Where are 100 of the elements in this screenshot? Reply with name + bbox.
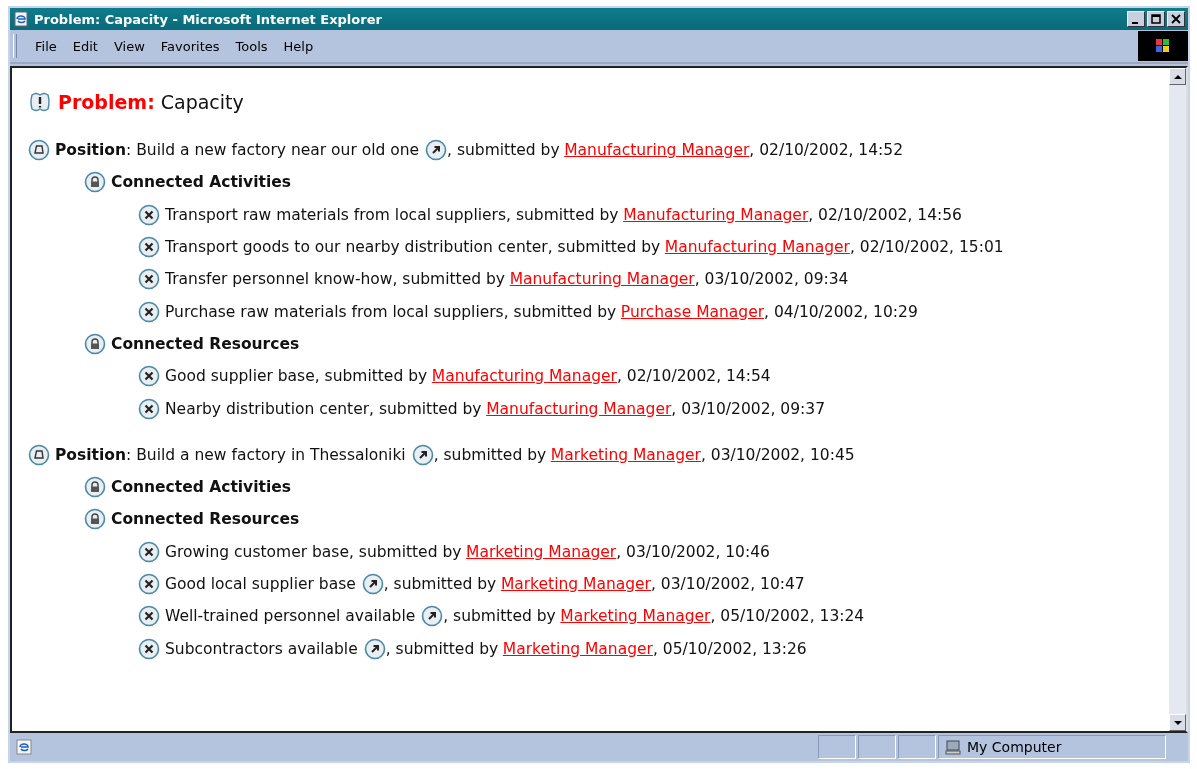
entry-text: Subcontractors available	[165, 639, 358, 658]
arrow-link-icon[interactable]	[411, 443, 434, 466]
window-title: Problem: Capacity - Microsoft Internet Explorer	[34, 11, 382, 27]
arrow-link-icon[interactable]	[363, 637, 386, 660]
date-text: , 03/10/2002, 09:37	[671, 399, 825, 418]
date-text: , 02/10/2002, 15:01	[849, 238, 1004, 257]
author-link[interactable]: Purchase Manager	[620, 302, 765, 321]
menu-item[interactable]: Help	[275, 38, 322, 54]
submitted-text: , submitted by	[443, 607, 556, 626]
position-label: Position:	[55, 141, 132, 160]
close-button[interactable]	[1167, 11, 1185, 27]
lock-icon	[84, 508, 106, 531]
menu-item[interactable]: View	[105, 38, 153, 54]
author-link[interactable]: Marketing Manager	[550, 445, 701, 464]
position-label: Position:	[55, 445, 132, 464]
submitted-text: , submitted by	[547, 238, 661, 257]
submitted-text: , submitted by	[314, 367, 428, 386]
arrow-link-icon[interactable]	[421, 605, 444, 628]
status-pane	[818, 735, 856, 759]
author-link[interactable]: Marketing Manager	[500, 575, 651, 593]
entry-text: Purchase raw materials from local suppliers	[165, 302, 504, 321]
date-text: , 03/10/2002, 10:45	[700, 445, 855, 464]
problem-title: Capacity	[160, 91, 244, 113]
submitted-text: , submitted by	[503, 302, 617, 321]
submitted-text: , submitted by	[447, 141, 560, 160]
cross-icon	[138, 573, 160, 595]
entry-text: Well-trained personnel available	[165, 607, 416, 626]
scroll-up-icon	[1173, 72, 1182, 81]
maximize-button[interactable]	[1147, 11, 1165, 27]
computer-icon	[945, 739, 961, 755]
problem-icon	[28, 90, 52, 114]
date-text: , 05/10/2002, 13:26	[652, 639, 807, 658]
author-link[interactable]: Manufacturing Manager	[564, 141, 750, 160]
cross-icon	[138, 203, 160, 226]
entry-text: Build a new factory near our old one	[136, 141, 420, 160]
status-pane	[858, 735, 896, 759]
author-link[interactable]: Marketing Manager	[466, 542, 617, 561]
entry-text: Transport raw materials from local suppliers	[165, 205, 507, 224]
date-text: , 02/10/2002, 14:54	[616, 367, 771, 386]
date-text: , 05/10/2002, 13:24	[710, 607, 865, 626]
scrollbar[interactable]	[1169, 68, 1186, 731]
author-link[interactable]: Manufacturing Manager	[664, 238, 850, 257]
author-link[interactable]: Manufacturing Manager	[509, 270, 695, 289]
submitted-text: , submitted by	[392, 270, 505, 289]
entry-text: Transfer personnel know-how	[165, 270, 393, 289]
cross-icon	[138, 268, 160, 291]
entry-text: Good supplier base	[165, 367, 315, 386]
date-text: , 03/10/2002, 10:46	[616, 542, 770, 561]
minimize-icon	[1131, 21, 1138, 24]
maximize-icon	[1151, 14, 1161, 24]
entry-text: Growing customer base	[165, 542, 349, 561]
ie-icon	[16, 739, 32, 755]
date-text: , 04/10/2002, 10:29	[764, 302, 918, 321]
cross-icon	[138, 540, 160, 563]
author-link[interactable]: Manufacturing Manager	[431, 367, 617, 386]
arrow-link-icon[interactable]	[361, 573, 384, 595]
lock-icon	[84, 476, 106, 499]
author-link[interactable]: Marketing Manager	[502, 639, 653, 658]
status-pane	[898, 735, 936, 759]
cross-icon	[138, 236, 160, 259]
cross-icon	[138, 637, 160, 660]
date-text: , 02/10/2002, 14:52	[749, 141, 904, 160]
date-text: , 03/10/2002, 10:47	[651, 575, 805, 593]
menu-item[interactable]: File	[27, 38, 65, 54]
position-icon	[28, 139, 50, 162]
arrow-link-icon[interactable]	[425, 139, 448, 162]
document-icon	[13, 11, 29, 27]
menu-item[interactable]: Favorites	[152, 38, 228, 54]
submitted-text: , submitted by	[383, 575, 497, 593]
lock-icon	[84, 171, 106, 194]
cross-icon	[138, 605, 160, 628]
menu-item[interactable]: Edit	[64, 38, 106, 54]
entry-text: Transport goods to our nearby distribution center	[165, 238, 548, 257]
scroll-down-icon	[1173, 718, 1182, 727]
author-link[interactable]: Marketing Manager	[560, 607, 711, 626]
submitted-text: , submitted by	[369, 399, 482, 418]
group-heading: Connected Resources	[111, 510, 300, 529]
menu-item[interactable]: Tools	[227, 38, 276, 54]
submitted-text: , submitted by	[433, 445, 547, 464]
cross-icon	[138, 300, 160, 323]
position-icon	[28, 443, 50, 466]
cross-icon	[138, 365, 160, 388]
entry-text: Build a new factory in Thessaloniki	[136, 445, 406, 464]
problem-label: Problem:	[58, 91, 155, 113]
minimize-button[interactable]	[1127, 11, 1145, 27]
submitted-text: , submitted by	[506, 205, 619, 224]
zone-label: My Computer	[967, 739, 1062, 755]
lock-icon	[84, 332, 106, 355]
windows-logo-icon	[1138, 31, 1188, 61]
entry-text: Good local supplier base	[165, 575, 356, 593]
submitted-text: , submitted by	[385, 639, 499, 658]
submitted-text: , submitted by	[348, 542, 462, 561]
entry-text: Nearby distribution center	[165, 399, 370, 418]
author-link[interactable]: Manufacturing Manager	[486, 399, 672, 418]
group-heading: Connected Activities	[111, 173, 291, 192]
author-link[interactable]: Manufacturing Manager	[623, 205, 809, 224]
group-heading: Connected Resources	[111, 334, 300, 353]
date-text: , 02/10/2002, 14:56	[808, 205, 962, 224]
close-icon	[1171, 14, 1181, 24]
group-heading: Connected Activities	[111, 478, 291, 497]
